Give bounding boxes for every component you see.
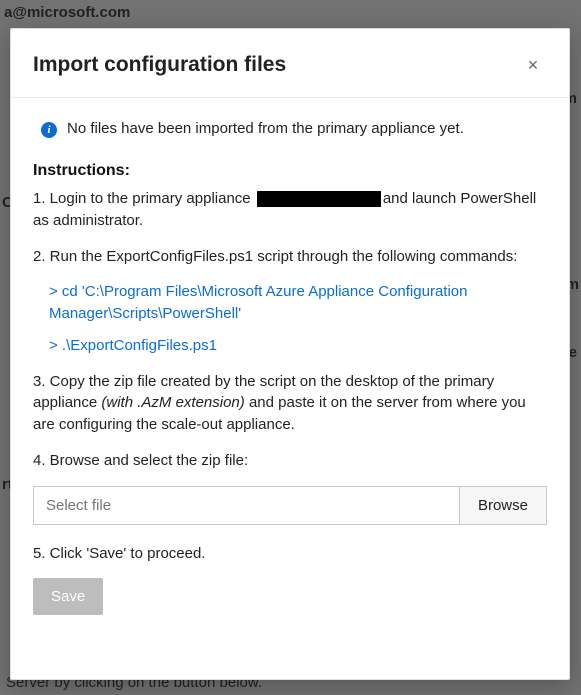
browse-button[interactable]: Browse [459, 486, 547, 525]
modal-body: i No files have been imported from the p… [11, 98, 569, 679]
info-icon: i [41, 122, 57, 138]
close-button[interactable]: × [519, 51, 547, 79]
redacted-block [257, 191, 381, 207]
step-3: 3. Copy the zip file created by the scri… [33, 371, 547, 436]
import-config-modal: Import configuration files × i No files … [10, 28, 570, 680]
step-3-text-b: (with .AzM extension) [101, 394, 244, 411]
save-button[interactable]: Save [33, 578, 103, 615]
cmd-cd: > cd 'C:\Program Files\Microsoft Azure A… [49, 281, 547, 325]
instructions-heading: Instructions: [33, 162, 547, 180]
step-4: 4. Browse and select the zip file: [33, 450, 547, 472]
code-block: > cd 'C:\Program Files\Microsoft Azure A… [49, 281, 547, 356]
step-1-text-a: 1. Login to the primary appliance [33, 190, 255, 207]
bg-email: a@microsoft.com [4, 4, 130, 21]
step-1: 1. Login to the primary appliance and la… [33, 188, 547, 232]
cmd-run: > .\ExportConfigFiles.ps1 [49, 335, 547, 357]
modal-title: Import configuration files [33, 53, 286, 77]
modal-header: Import configuration files × [11, 29, 569, 98]
file-picker-row: Browse [33, 486, 547, 525]
info-banner: i No files have been imported from the p… [33, 114, 547, 162]
step-5: 5. Click 'Save' to proceed. [33, 543, 547, 565]
step-2: 2. Run the ExportConfigFiles.ps1 script … [33, 246, 547, 268]
banner-text: No files have been imported from the pri… [67, 120, 464, 137]
close-icon: × [528, 55, 539, 76]
file-input[interactable] [33, 486, 459, 525]
